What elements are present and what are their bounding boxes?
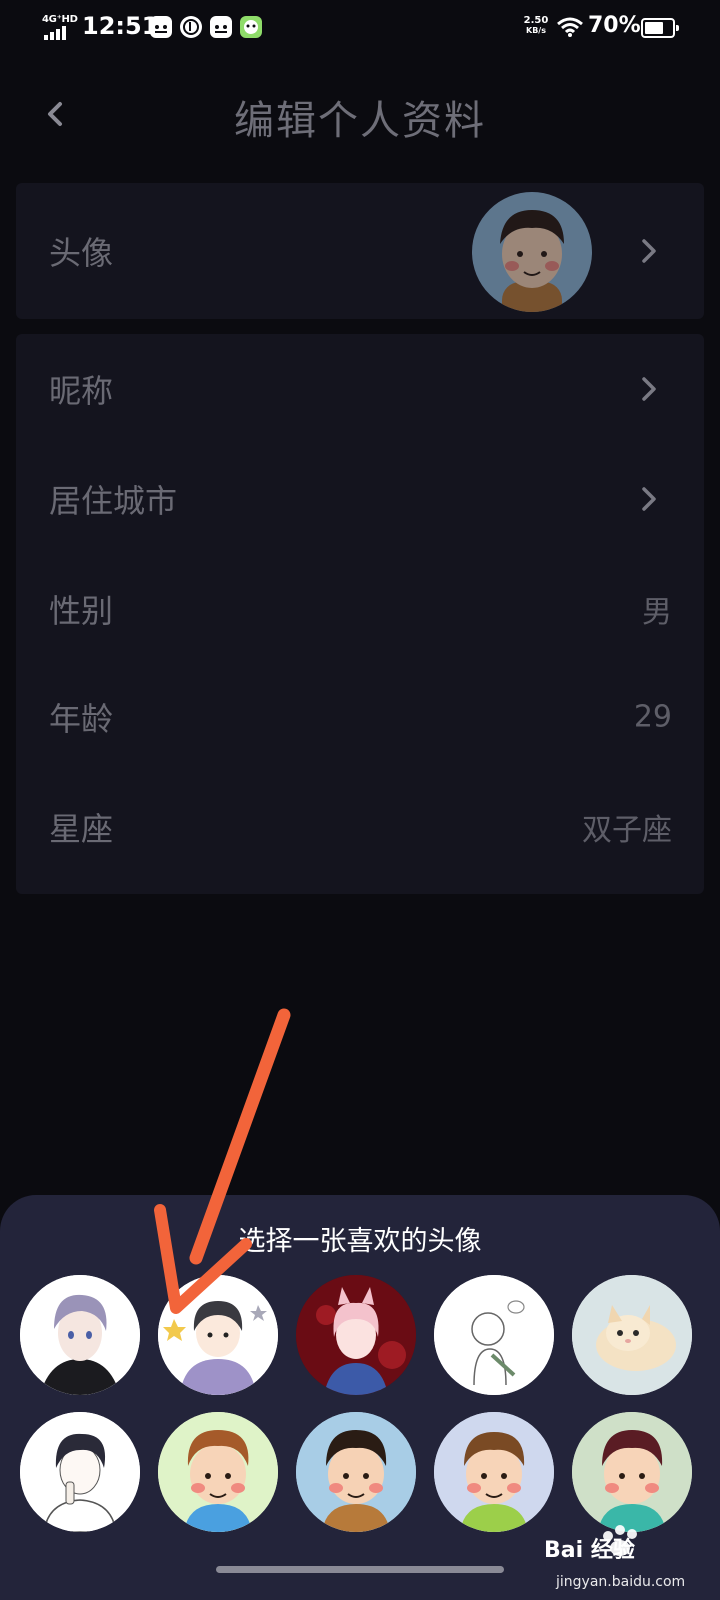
city-row[interactable]: 居住城市 (16, 444, 704, 554)
nickname-label: 昵称 (49, 372, 114, 410)
avatar-option[interactable] (434, 1412, 554, 1532)
network-type: 4G⁺HD (42, 14, 78, 25)
battery-percentage: 70% (588, 13, 641, 38)
home-indicator[interactable] (216, 1566, 504, 1573)
avatar-option[interactable] (296, 1275, 416, 1395)
city-label: 居住城市 (49, 482, 178, 520)
chevron-right-icon (638, 233, 662, 269)
network-speed: 2.50 KB/s (523, 15, 549, 36)
status-bar: 4G⁺HD 12:51 2.50 KB/s 70% (0, 0, 720, 56)
wifi-icon (556, 16, 584, 38)
avatar-option[interactable] (20, 1275, 140, 1395)
clock: 12:51 (82, 12, 159, 40)
app-notification-icon (240, 16, 262, 38)
age-value: 29 (633, 699, 672, 735)
gender-value: 男 (642, 595, 672, 630)
chevron-right-icon (638, 371, 662, 407)
watermark-url: jingyan.baidu.com (556, 1574, 686, 1590)
notification-icon (180, 16, 202, 38)
zodiac-row[interactable]: 星座 双子座 (16, 772, 704, 882)
gender-label: 性别 (49, 592, 114, 630)
avatar-option[interactable] (20, 1412, 140, 1532)
zodiac-value: 双子座 (582, 813, 672, 848)
cellular-signal-icon: 4G⁺HD (42, 14, 78, 40)
avatar-option[interactable] (158, 1412, 278, 1532)
chevron-right-icon (638, 481, 662, 517)
notification-icon (150, 16, 172, 38)
age-label: 年龄 (49, 700, 114, 738)
avatar-row[interactable]: 头像 (16, 196, 704, 306)
age-row[interactable]: 年龄 29 (16, 662, 704, 772)
avatar-option[interactable] (158, 1275, 278, 1395)
nickname-row[interactable]: 昵称 (16, 334, 704, 444)
gender-row[interactable]: 性别 男 (16, 554, 704, 664)
battery-icon (641, 18, 679, 38)
watermark-brand: Bai 经验 (544, 1538, 635, 1563)
zodiac-label: 星座 (49, 810, 114, 848)
header: 编辑个人资料 (0, 70, 720, 160)
avatar-card: 头像 (16, 183, 704, 319)
current-avatar[interactable] (472, 192, 592, 312)
sheet-title: 选择一张喜欢的头像 (238, 1226, 482, 1257)
avatar-option[interactable] (434, 1275, 554, 1395)
page-title: 编辑个人资料 (234, 98, 486, 144)
profile-info-card: 昵称 居住城市 性别 男 年龄 29 星座 双子座 (16, 334, 704, 894)
avatar-option[interactable] (296, 1412, 416, 1532)
avatar-option[interactable] (572, 1275, 692, 1395)
avatar-label: 头像 (49, 234, 114, 272)
notification-icon (210, 16, 232, 38)
